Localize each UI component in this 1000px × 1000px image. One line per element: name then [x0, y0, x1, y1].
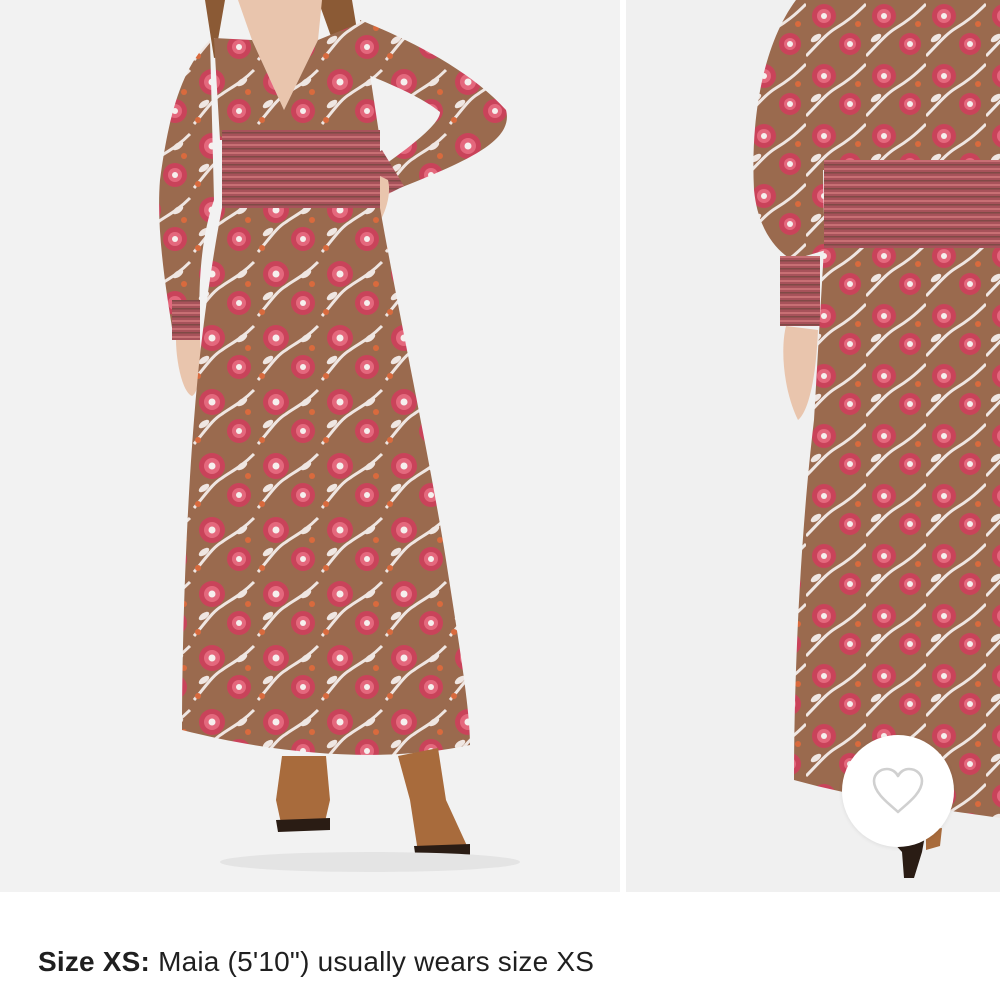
- size-info: Size XS: Maia (5'10") usually wears size…: [38, 944, 594, 980]
- heart-outline-icon: [872, 767, 924, 814]
- dress-front-illustration: [159, 0, 520, 872]
- product-image-front[interactable]: [0, 0, 620, 892]
- favorite-button[interactable]: [842, 735, 954, 847]
- size-info-label: Size XS:: [38, 946, 151, 977]
- product-image-gallery[interactable]: [0, 0, 1000, 892]
- size-info-text: Maia (5'10") usually wears size XS: [150, 946, 595, 977]
